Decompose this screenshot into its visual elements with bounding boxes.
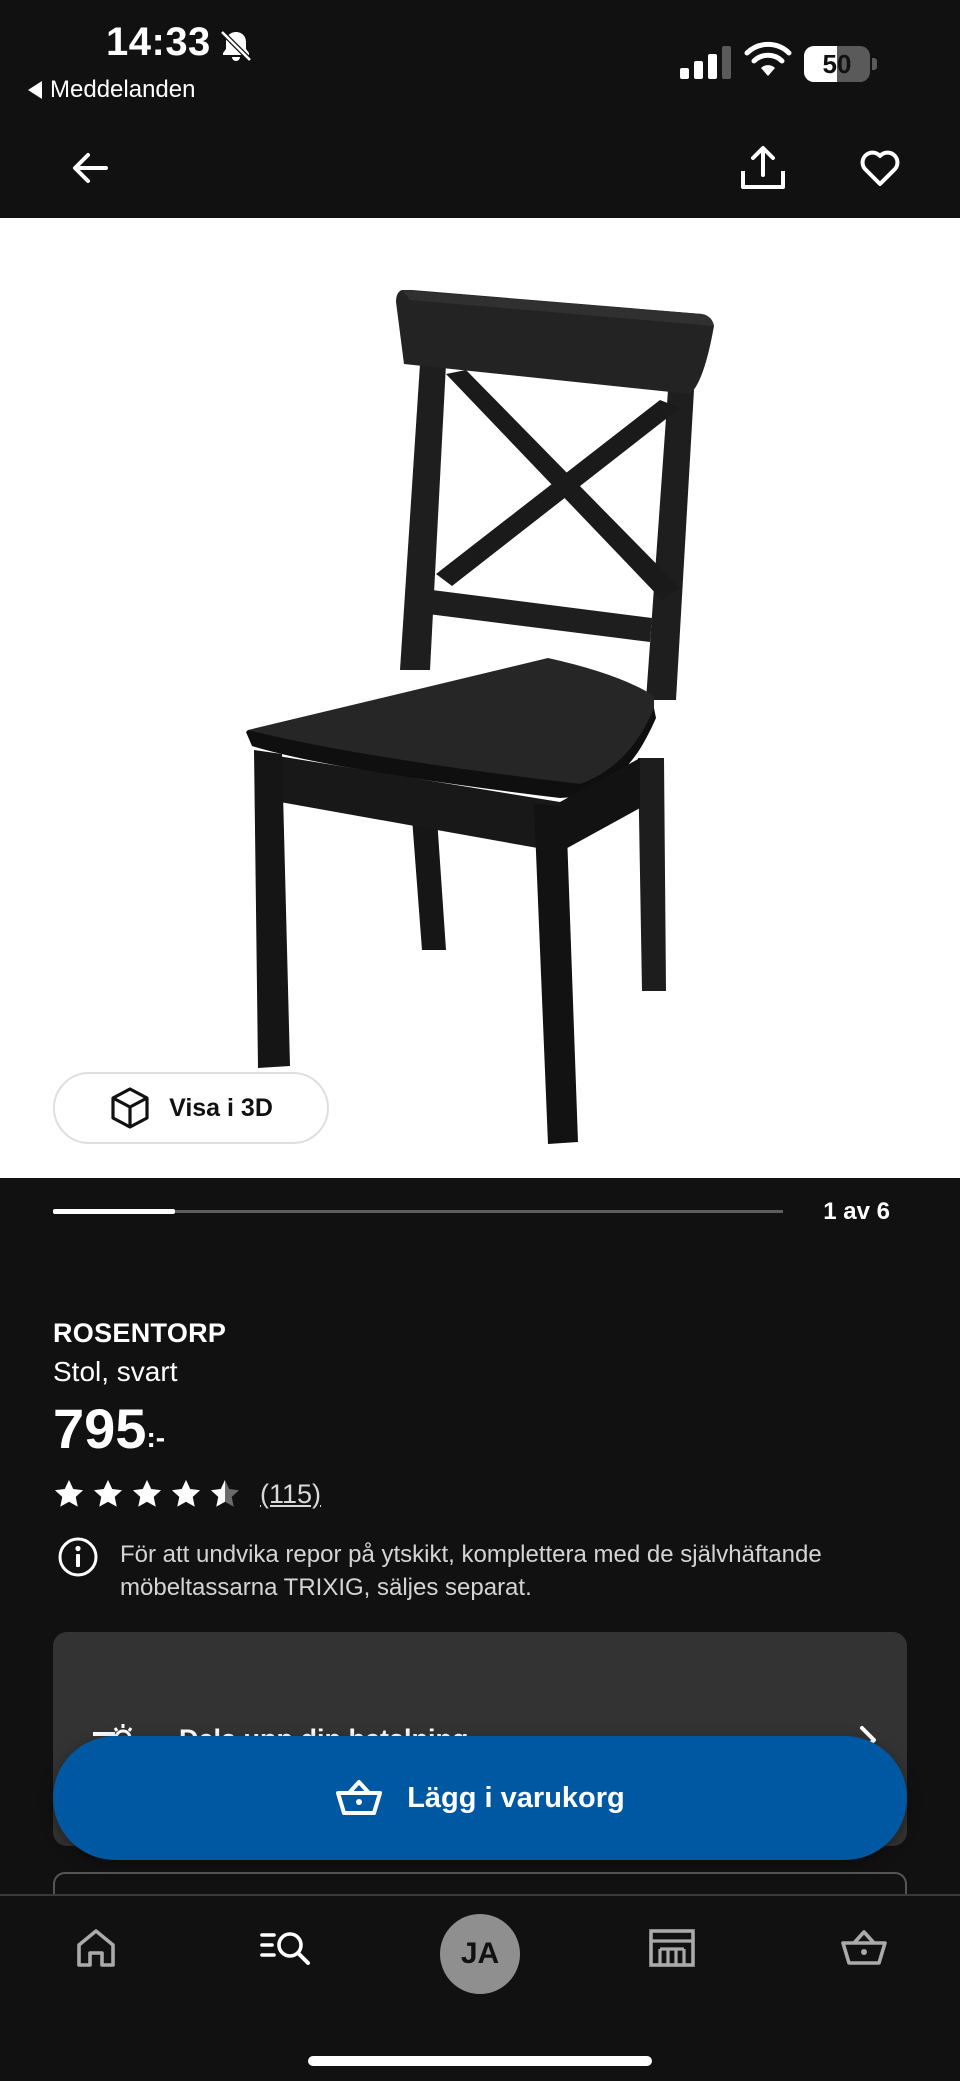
status-time: 14:33	[106, 20, 211, 64]
share-icon	[741, 146, 785, 189]
view-in-3d-button[interactable]: Visa i 3D	[53, 1072, 329, 1144]
back-triangle-icon	[28, 81, 42, 99]
shopping-basket-icon	[336, 1780, 383, 1815]
view-in-3d-label: Visa i 3D	[169, 1093, 273, 1122]
tab-profile-avatar[interactable]: JA	[440, 1914, 520, 1994]
battery-indicator: 50	[804, 46, 878, 82]
gallery-progress-fill	[53, 1209, 175, 1214]
battery-cap	[872, 58, 877, 70]
heart-icon	[860, 150, 900, 186]
battery-percent: 50	[822, 49, 852, 79]
cube-3d-icon	[111, 1087, 149, 1129]
star-icon	[133, 1480, 161, 1507]
bottom-tab-bar: JA	[0, 1894, 960, 2081]
gallery-progress-track	[53, 1209, 783, 1214]
add-to-cart-label: Lägg i varukorg	[407, 1781, 625, 1814]
product-image-gallery[interactable]: Visa i 3D	[0, 218, 960, 1178]
rating-stars	[53, 1478, 248, 1510]
bell-muted-icon	[220, 30, 252, 62]
arrow-left-icon	[73, 153, 108, 183]
home-icon	[77, 1929, 115, 1967]
product-description: Stol, svart	[53, 1356, 178, 1387]
search-icon	[260, 1932, 310, 1965]
review-count-link[interactable]: (115)	[260, 1479, 321, 1510]
star-icon	[172, 1480, 200, 1507]
info-note-text: För att undvika repor på ytskikt, komple…	[120, 1541, 822, 1601]
tab-home[interactable]	[58, 1918, 134, 1978]
product-price: 795 :-	[53, 1396, 165, 1461]
price-amount: 795	[53, 1397, 147, 1460]
favorite-button[interactable]	[850, 138, 910, 198]
product-name: ROSENTORP	[53, 1318, 227, 1348]
cart-icon	[841, 1930, 887, 1965]
tab-search[interactable]	[248, 1918, 324, 1978]
back-button[interactable]	[60, 138, 120, 198]
price-suffix: :-	[146, 1422, 166, 1453]
home-indicator[interactable]	[308, 2056, 652, 2066]
cellular-signal-icon	[680, 46, 731, 79]
back-to-app-link[interactable]: Meddelanden	[28, 76, 195, 104]
tab-cart[interactable]	[826, 1918, 902, 1978]
star-icon	[55, 1480, 83, 1507]
gallery-counter: 1 av 6	[823, 1198, 890, 1225]
product-image-chair	[246, 290, 714, 1144]
navigation-bar	[0, 120, 960, 218]
wifi-icon	[744, 41, 792, 76]
star-icon	[211, 1480, 239, 1507]
back-app-label: Meddelanden	[50, 76, 196, 103]
tab-stores[interactable]	[634, 1918, 710, 1978]
store-icon	[649, 1929, 695, 1967]
product-rating[interactable]: (115)	[53, 1478, 321, 1510]
add-to-cart-button[interactable]: Lägg i varukorg	[53, 1736, 907, 1860]
info-icon	[58, 1537, 98, 1577]
share-button[interactable]	[733, 138, 793, 198]
status-bar: 14:33 Meddelanden 50	[0, 0, 960, 120]
star-icon	[94, 1480, 122, 1507]
